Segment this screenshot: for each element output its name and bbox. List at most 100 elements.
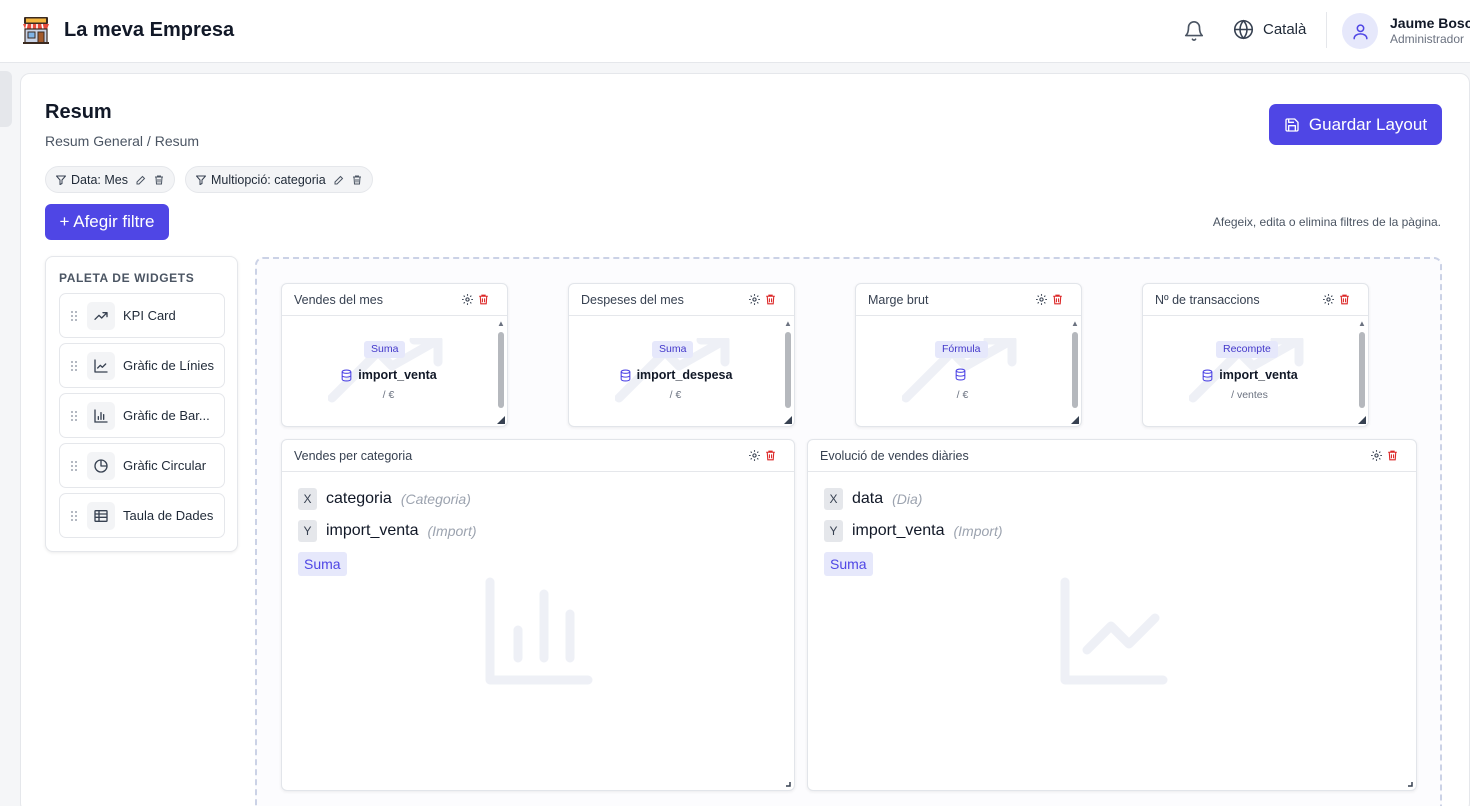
edit-icon[interactable] — [135, 174, 147, 186]
palette-item-label: Gràfic de Bar... — [123, 408, 210, 423]
line-chart-icon — [1060, 577, 1168, 685]
breadcrumb: Resum General / Resum — [45, 133, 200, 149]
palette-item-label: KPI Card — [123, 308, 176, 323]
x-axis-field: categoria — [326, 490, 392, 507]
x-axis-type: (Categoria) — [400, 491, 471, 507]
gear-icon[interactable] — [748, 449, 761, 462]
brand[interactable]: La meva Empresa — [20, 14, 234, 46]
scrollbar[interactable]: ▲ — [497, 320, 505, 424]
kpi-field: import_despesa — [569, 368, 782, 382]
trash-icon[interactable] — [764, 293, 777, 306]
x-axis-row: X categoria (Categoria) — [298, 488, 471, 510]
filter-chip-category[interactable]: Multiopció: categoria — [185, 166, 373, 193]
trash-icon[interactable] — [1338, 293, 1351, 306]
kpi-widget-transactions[interactable]: Nº de transaccions Recompte import_venta… — [1142, 283, 1369, 427]
widget-header[interactable]: Vendes per categoria — [282, 440, 794, 472]
x-axis-row: X data (Dia) — [824, 488, 922, 510]
database-icon — [1202, 369, 1213, 381]
widget-title: Despeses del mes — [581, 293, 684, 307]
widget-header[interactable]: Nº de transaccions — [1143, 284, 1368, 316]
drag-handle-icon[interactable] — [70, 460, 78, 472]
aggregation-badge: Suma — [652, 341, 694, 358]
trash-icon[interactable] — [153, 174, 165, 186]
widget-palette: PALETA DE WIDGETS KPI Card Gràfic de Lín… — [45, 256, 238, 552]
trash-icon[interactable] — [764, 449, 777, 462]
widget-header[interactable]: Despeses del mes — [569, 284, 794, 316]
drag-handle-icon[interactable] — [70, 510, 78, 522]
x-axis-key: X — [824, 488, 843, 510]
scrollbar[interactable]: ▲ — [784, 320, 792, 424]
kpi-widget-expenses[interactable]: Despeses del mes Suma import_despesa / €… — [568, 283, 795, 427]
trash-icon[interactable] — [477, 293, 490, 306]
scrollbar[interactable]: ▲ — [1071, 320, 1079, 424]
kpi-widget-sales[interactable]: Vendes del mes Suma import_venta / € ▲ — [281, 283, 508, 427]
resize-handle-icon[interactable] — [784, 780, 792, 788]
page-title: Resum — [45, 101, 112, 123]
palette-item-data-table[interactable]: Taula de Dades — [59, 493, 225, 538]
resize-handle-icon[interactable] — [1406, 780, 1414, 788]
palette-item-bar-chart[interactable]: Gràfic de Bar... — [59, 393, 225, 438]
resize-handle-icon[interactable] — [497, 416, 505, 424]
kpi-field-name: import_despesa — [636, 368, 733, 382]
widget-header[interactable]: Evolució de vendes diàries — [808, 440, 1416, 472]
user-name[interactable]: Jaume Bosch — [1390, 15, 1470, 31]
x-axis-field: data — [852, 490, 884, 507]
database-icon — [955, 368, 965, 381]
x-axis-key: X — [298, 488, 317, 510]
filter-chip-label: Multiopció: categoria — [211, 172, 326, 187]
language-label: Català — [1263, 21, 1307, 38]
widget-header[interactable]: Vendes del mes — [282, 284, 507, 316]
trash-icon[interactable] — [351, 174, 363, 186]
add-filter-button[interactable]: + Afegir filtre — [45, 204, 169, 240]
kpi-field: import_venta — [282, 368, 495, 382]
resize-handle-icon[interactable] — [784, 416, 792, 424]
filters-hint: Afegeix, edita o elimina filtres de la p… — [1212, 215, 1441, 229]
y-axis-field: import_venta — [852, 522, 945, 539]
gear-icon[interactable] — [1370, 449, 1383, 462]
palette-item-pie-chart[interactable]: Gràfic Circular — [59, 443, 225, 488]
chart-widget-sales-by-category[interactable]: Vendes per categoria X categoria (Catego… — [281, 439, 795, 791]
y-axis-row: Y import_venta (Import) — [298, 520, 477, 542]
drag-handle-icon[interactable] — [70, 410, 78, 422]
bell-icon[interactable] — [1183, 20, 1205, 42]
kpi-widget-gross-margin[interactable]: Marge brut Fórmula / € ▲ — [855, 283, 1082, 427]
filter-icon — [196, 175, 206, 185]
sidebar-toggle[interactable] — [0, 71, 12, 127]
header-divider — [1326, 12, 1327, 48]
gear-icon[interactable] — [461, 293, 474, 306]
palette-item-kpi-card[interactable]: KPI Card — [59, 293, 225, 338]
filter-chip-label: Data: Mes — [71, 172, 128, 187]
aggregation-badge: Suma — [364, 341, 406, 358]
gear-icon[interactable] — [748, 293, 761, 306]
palette-title: PALETA DE WIDGETS — [59, 271, 195, 285]
language-selector[interactable]: Català — [1233, 19, 1306, 40]
chart-widget-daily-sales[interactable]: Evolució de vendes diàries X data (Dia) … — [807, 439, 1417, 791]
resize-handle-icon[interactable] — [1358, 416, 1366, 424]
trash-icon[interactable] — [1386, 449, 1399, 462]
trash-icon[interactable] — [1051, 293, 1064, 306]
database-icon — [341, 369, 352, 381]
user-icon — [1352, 23, 1368, 39]
kpi-field — [856, 368, 1069, 381]
widget-title: Nº de transaccions — [1155, 293, 1260, 307]
resize-handle-icon[interactable] — [1071, 416, 1079, 424]
widget-header[interactable]: Marge brut — [856, 284, 1081, 316]
drag-handle-icon[interactable] — [70, 310, 78, 322]
trending-up-icon — [94, 311, 108, 320]
layout-canvas[interactable]: Vendes del mes Suma import_venta / € ▲ D… — [255, 257, 1442, 806]
palette-item-line-chart[interactable]: Gràfic de Línies — [59, 343, 225, 388]
edit-icon[interactable] — [333, 174, 345, 186]
save-icon — [1285, 117, 1299, 132]
save-layout-button[interactable]: Guardar Layout — [1269, 104, 1442, 145]
avatar[interactable] — [1342, 13, 1378, 49]
x-axis-type: (Dia) — [892, 491, 923, 507]
scrollbar[interactable]: ▲ — [1358, 320, 1366, 424]
gear-icon[interactable] — [1322, 293, 1335, 306]
y-axis-type: (Import) — [953, 523, 1003, 539]
y-axis-key: Y — [298, 520, 317, 542]
filter-chip-date[interactable]: Data: Mes — [45, 166, 175, 193]
user-role: Administrador — [1390, 32, 1465, 46]
drag-handle-icon[interactable] — [70, 360, 78, 372]
gear-icon[interactable] — [1035, 293, 1048, 306]
y-axis-key: Y — [824, 520, 843, 542]
